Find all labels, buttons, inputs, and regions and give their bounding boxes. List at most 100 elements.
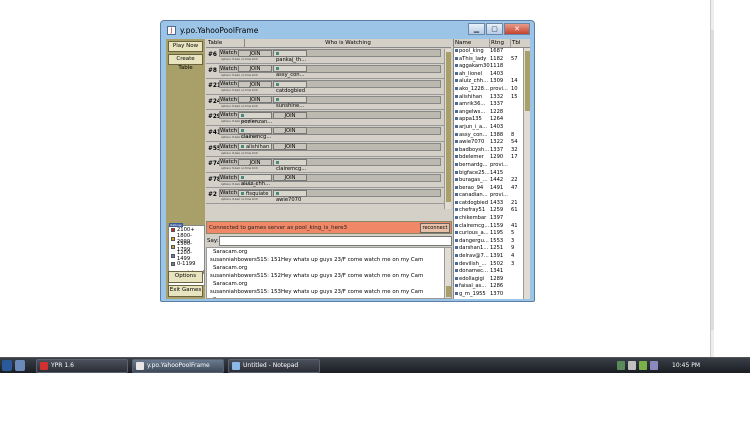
join-button[interactable]: JOIN <box>273 127 307 135</box>
join-button[interactable]: JOIN <box>273 111 307 119</box>
user-row[interactable]: bigface25... 1415 <box>454 170 530 178</box>
battery-icon[interactable] <box>639 361 647 370</box>
user-row[interactable]: darshan1... 1251 9 <box>454 245 530 253</box>
user-row[interactable]: chefray51 1259 61 <box>454 207 530 215</box>
user-row[interactable]: ah_lionel 1403 <box>454 71 530 79</box>
watch-button[interactable]: Watch <box>220 144 237 150</box>
join-button[interactable]: JOIN <box>273 143 307 151</box>
watch-button[interactable]: Watch <box>220 190 237 196</box>
join-button[interactable]: JOIN <box>238 65 272 73</box>
col-table-num[interactable]: Tbl <box>511 39 524 47</box>
taskbar-item-pool-frame[interactable]: y.po.YahooPoolFrame <box>132 359 224 373</box>
user-table: 4 <box>511 253 515 260</box>
user-row[interactable]: aThis_lady 1182 57 <box>454 56 530 64</box>
watch-button[interactable]: Watch <box>220 175 237 181</box>
user-row[interactable]: awie7070 1322 54 <box>454 139 530 147</box>
join-button[interactable]: JOIN <box>238 80 272 88</box>
join-button[interactable]: JOIN <box>238 96 272 104</box>
watch-button[interactable]: Watch <box>220 97 237 103</box>
user-row[interactable]: badboysh... 1337 32 <box>454 147 530 155</box>
window-titlebar[interactable]: J y.po.YahooPoolFrame ▁ ▢ ✕ <box>161 21 534 39</box>
start-orb-icon[interactable] <box>2 360 12 371</box>
user-row[interactable]: assy_con... 1388 8 <box>454 132 530 140</box>
col-rating[interactable]: Rtng <box>490 39 511 47</box>
taskbar-item-ypr[interactable]: YPR 1.6 <box>36 359 128 373</box>
watch-button[interactable]: Watch <box>220 50 237 56</box>
page-scrollbar-thumb[interactable] <box>711 30 714 330</box>
watch-button[interactable]: Watch <box>220 128 237 134</box>
user-row[interactable]: aluiz_chh... 1309 14 <box>454 78 530 86</box>
user-row[interactable]: arjun_i_a... 1403 <box>454 124 530 132</box>
user-table: 9 <box>511 245 515 252</box>
seat-player[interactable]: clairemcg... <box>273 158 307 172</box>
chat-scrollbar-thumb[interactable] <box>446 286 451 297</box>
watch-button[interactable]: Watch <box>220 66 237 72</box>
minimize-button[interactable]: ▁ <box>468 23 485 35</box>
create-table-button[interactable]: Create Table <box>168 54 203 71</box>
user-row[interactable]: dangergu... 1553 3 <box>454 238 530 246</box>
watch-button[interactable]: Watch <box>220 159 237 165</box>
tray-app-icon[interactable] <box>650 361 658 370</box>
user-row[interactable]: bdelemer 1290 17 <box>454 154 530 162</box>
user-rating: 1337 <box>490 146 504 153</box>
user-row[interactable]: g_m_1955 1370 <box>454 291 530 299</box>
say-input[interactable] <box>219 236 452 246</box>
close-button[interactable]: ✕ <box>504 23 530 35</box>
user-row[interactable]: clairemcg... 1159 41 <box>454 223 530 231</box>
user-row[interactable]: curious_a... 1195 5 <box>454 230 530 238</box>
user-row[interactable]: berao_94 1491 47 <box>454 185 530 193</box>
exit-games-button[interactable]: Exit Games <box>168 285 203 297</box>
user-list-scrollbar-thumb[interactable] <box>525 51 530 111</box>
user-row[interactable]: chikembar 1397 <box>454 215 530 223</box>
tables-header: Table Who is Watching <box>206 39 451 48</box>
user-row[interactable]: angelws... 1228 <box>454 109 530 117</box>
play-now-button[interactable]: Play Now <box>168 41 203 52</box>
seat-player[interactable]: assy_con... <box>273 65 307 78</box>
user-row[interactable]: canadian... provi... <box>454 192 530 200</box>
seat-player[interactable]: aluiz_chh... <box>238 174 272 187</box>
col-name[interactable]: Name <box>454 39 490 47</box>
tables-scrollbar-thumb[interactable] <box>446 52 451 202</box>
join-button[interactable]: JOIN <box>238 49 272 57</box>
user-row[interactable]: buragas_... 1442 22 <box>454 177 530 185</box>
seat-player[interactable]: alishihan <box>238 143 272 151</box>
user-row[interactable]: delrav@7... 1391 4 <box>454 253 530 261</box>
chat-scrollbar[interactable] <box>444 248 451 298</box>
join-button[interactable]: JOIN <box>238 158 272 166</box>
join-button[interactable]: JOIN <box>273 174 307 182</box>
user-row[interactable]: edollagigi 1289 <box>454 276 530 284</box>
user-row[interactable]: alishihan 1332 15 <box>454 94 530 102</box>
user-table <box>511 71 522 79</box>
seat-player[interactable]: sunshine... <box>273 96 307 109</box>
tables-scrollbar[interactable] <box>444 49 451 209</box>
watch-button[interactable]: Watch <box>220 112 237 118</box>
seat-player[interactable]: clairemcg... <box>238 127 272 140</box>
user-row[interactable]: aggakam30 1118 <box>454 63 530 71</box>
user-row[interactable]: donamec... 1341 <box>454 268 530 276</box>
user-row[interactable]: faisal_as... 1286 <box>454 283 530 291</box>
user-row[interactable]: ako_1228... provi... 10 <box>454 86 530 94</box>
taskbar-item-notepad[interactable]: Untitled - Notepad <box>228 359 320 373</box>
user-list-scrollbar[interactable] <box>523 48 530 299</box>
taskbar-clock[interactable]: 10:45 PM <box>672 358 700 374</box>
seat-player[interactable]: catdogbied <box>273 80 307 94</box>
user-row[interactable]: bernardg... provi... <box>454 162 530 170</box>
quicklaunch-icon[interactable] <box>15 360 25 371</box>
user-row[interactable]: amrik36... 1337 <box>454 101 530 109</box>
user-row[interactable]: devilish_... 1502 3 <box>454 261 530 269</box>
reconnect-button[interactable]: reconnect <box>420 223 450 233</box>
user-row[interactable]: appa135 1264 <box>454 116 530 124</box>
watch-button[interactable]: Watch <box>220 81 237 87</box>
page-scrollbar[interactable] <box>710 0 714 357</box>
volume-icon[interactable] <box>628 361 636 370</box>
user-row[interactable]: catdogbied 1433 21 <box>454 200 530 208</box>
table-row: #74 Watch JOIN clairemcg... options: 8-ball,… <box>206 157 451 173</box>
seat-player[interactable]: pozlenzan... <box>238 111 272 125</box>
options-button[interactable]: Options <box>168 271 203 283</box>
seat-player[interactable]: fisquiate <box>238 189 272 197</box>
seat-player[interactable]: awie7070 <box>273 189 307 203</box>
user-row[interactable]: pool_king 1687 <box>454 48 530 56</box>
seat-player[interactable]: pankaj_th... <box>273 49 307 63</box>
network-icon[interactable] <box>617 361 625 370</box>
maximize-button[interactable]: ▢ <box>486 23 503 35</box>
